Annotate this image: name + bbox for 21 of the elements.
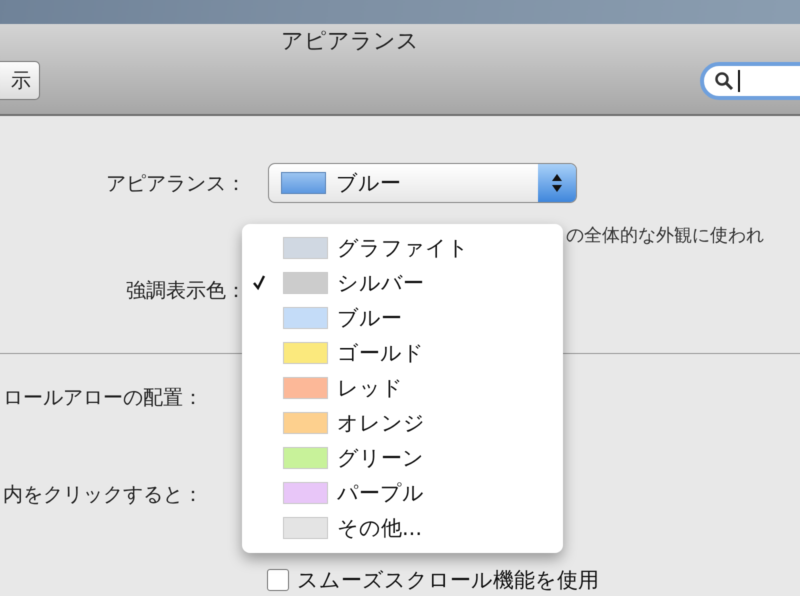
menu-item[interactable]: オレンジ [242,405,563,440]
menu-item[interactable]: グリーン [242,440,563,475]
menu-item[interactable]: グラファイト [242,230,563,265]
checkbox[interactable] [267,569,289,591]
scroll-arrows-label: ロールアローの配置： [3,384,203,411]
menu-item[interactable]: その他... [242,510,563,545]
menu-item[interactable]: パープル [242,475,563,510]
scrollbar-click-label: 内をクリックすると： [3,481,203,508]
checkbox-label: スムーズスクロール機能を使用 [297,567,599,594]
window-title: アピアランス [280,28,420,56]
description-text: の全体的な外観に使われ [565,224,765,247]
swatch-icon [281,172,326,194]
search-field[interactable] [700,62,800,100]
text-cursor [738,70,740,92]
menu-item[interactable]: レッド [242,370,563,405]
show-all-button[interactable]: 示 [0,61,40,100]
appearance-popup[interactable]: ブルー [268,163,577,203]
search-icon [714,70,734,90]
appearance-label: アピアランス： [105,170,247,196]
menu-item[interactable]: ゴールド [242,335,563,370]
stepper-icon [538,164,576,202]
